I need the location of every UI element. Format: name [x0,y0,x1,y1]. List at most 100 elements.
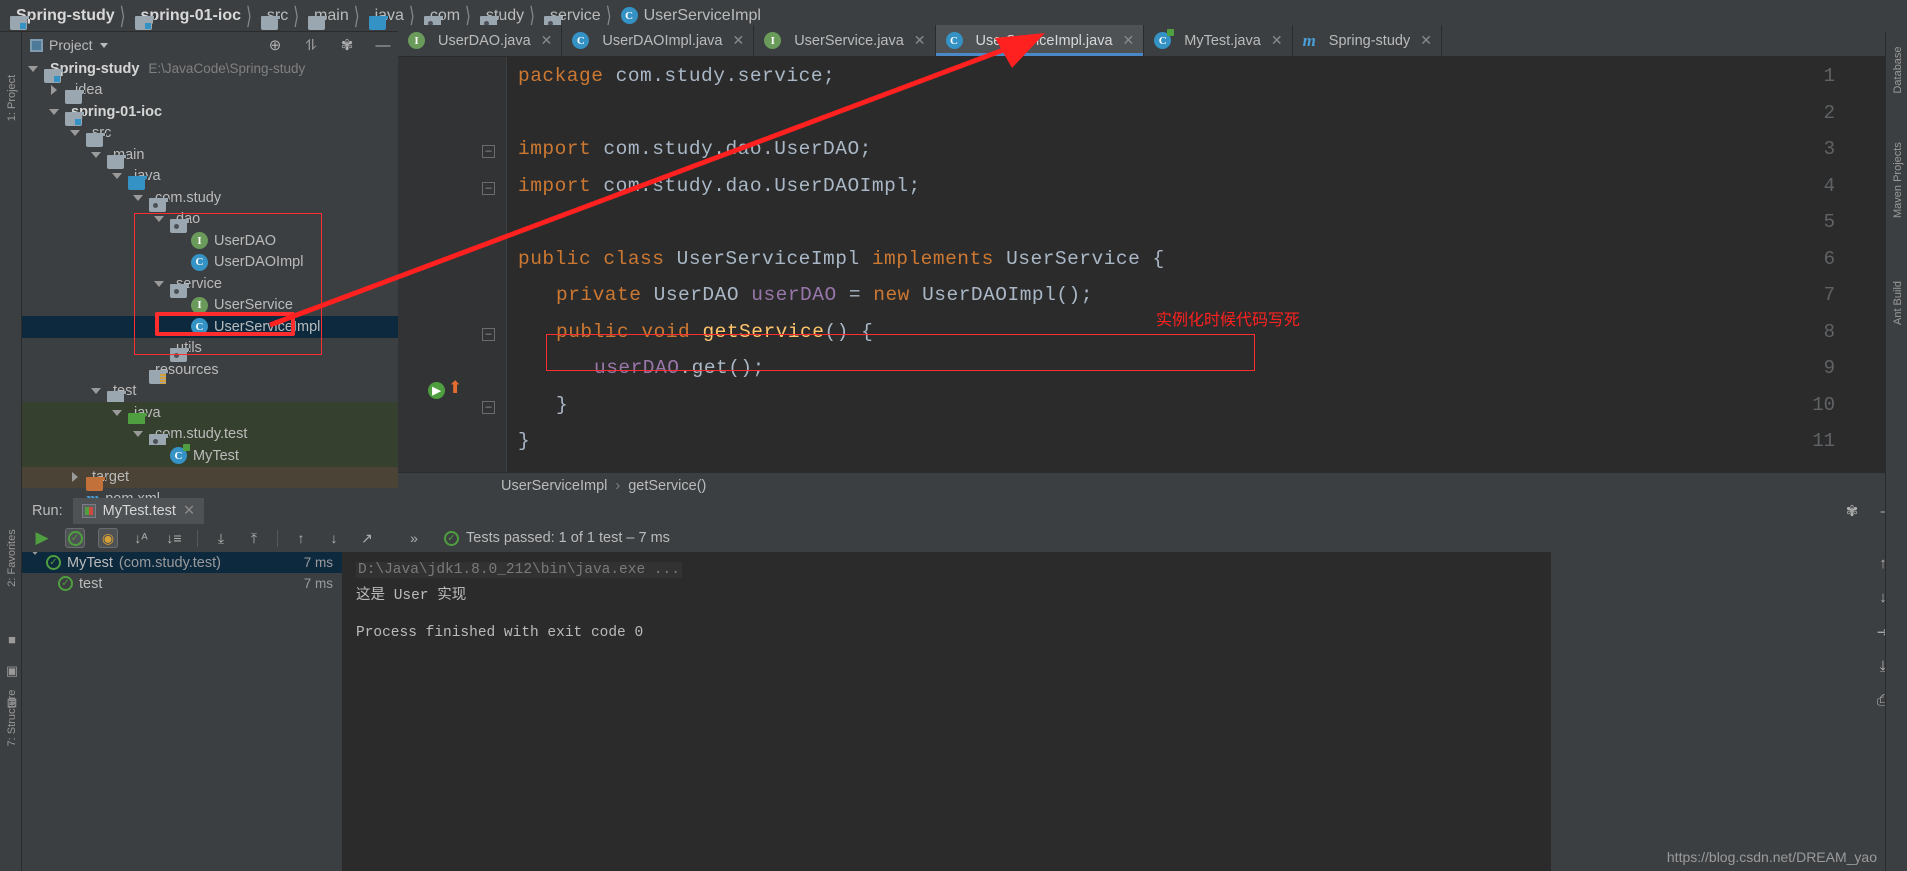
hide-icon[interactable]: — [374,36,392,54]
tree-item-userserviceimpl[interactable]: C UserServiceImpl [22,316,398,338]
fold-marker-icon[interactable]: – [482,181,495,195]
run-console-output[interactable]: D:\Java\jdk1.8.0_212\bin\java.exe ... 这是 … [342,552,1550,871]
test-row-mytest[interactable]: ✓ MyTest (com.study.test) 7 ms [22,552,342,573]
project-panel-title[interactable]: Project [30,37,108,53]
chevron-down-icon[interactable] [26,65,40,72]
code-token: com.study.service; [615,65,836,87]
fold-marker-icon[interactable]: – [482,400,495,414]
editor-tab-userservice-java[interactable]: I UserService.java ✕ [754,25,936,56]
sort-alphabetically-icon[interactable]: ↓ᴬ [131,528,151,548]
close-icon[interactable]: ✕ [914,32,926,49]
tree-item-userservice[interactable]: I UserService [22,295,398,317]
tree-item-userdaoimpl[interactable]: C UserDAOImpl [22,252,398,274]
test-row-test[interactable]: ✓ test 7 ms [22,573,342,594]
stripe-item-maven[interactable]: Maven Projects [1892,142,1904,218]
tree-item-spring-01-ioc[interactable]: spring-01-ioc [22,101,398,126]
tree-item--idea[interactable]: .idea [22,80,398,105]
editor-breadcrumb-item[interactable]: UserServiceImpl [501,478,607,494]
tree-item-service[interactable]: service [22,273,398,298]
export-icon[interactable]: ↗ [357,528,377,548]
stripe-item-database[interactable]: Database [1892,40,1904,100]
show-ignored-toggle[interactable]: ◉ [98,528,118,548]
chevron-down-icon[interactable] [131,431,145,438]
tree-item-mytest[interactable]: C MyTest [22,444,398,467]
chevron-down-icon[interactable] [152,280,166,287]
tree-item-src[interactable]: src [22,123,398,148]
structure-icon[interactable]: ⊞ [7,695,18,711]
chevron-down-icon[interactable] [152,216,166,223]
breadcrumb-item-main[interactable]: main [304,0,351,32]
chevron-down-icon[interactable] [68,130,82,137]
test-results-tree[interactable]: ✓ MyTest (com.study.test) 7 ms ✓ test 7 ms [22,552,342,871]
stop-icon[interactable]: ■ [8,632,16,647]
prev-failed-icon[interactable]: ↑ [291,528,311,548]
close-icon[interactable]: ✕ [541,32,553,49]
tree-item-utils[interactable]: utils [22,338,398,363]
chevron-right-icon[interactable] [47,85,61,96]
tree-item-java[interactable]: java [22,166,398,191]
editor-tab-userdaoimpl-java[interactable]: C UserDAOImpl.java ✕ [562,25,755,56]
close-icon[interactable]: ✕ [1420,32,1432,49]
editor-tab-userdao-java[interactable]: I UserDAO.java ✕ [398,25,563,56]
breadcrumb-item-src[interactable]: src [257,0,290,32]
tree-item-userdao[interactable]: I UserDAO [22,230,398,252]
chevron-down-icon[interactable] [131,194,145,201]
collapse-all-icon[interactable]: ⥮ [302,36,320,54]
settings-gear-icon[interactable]: ✾ [1843,502,1861,520]
chevron-down-icon[interactable] [110,409,124,416]
tree-item-pom-xml[interactable]: m pom.xml [22,488,398,498]
editor-tab-spring-study[interactable]: m Spring-study ✕ [1292,25,1442,56]
expand-all-icon[interactable]: ⤓ [211,528,231,548]
stripe-item-project[interactable]: 1: Project [6,68,18,128]
editor-tab-mytest-java[interactable]: C MyTest.java ✕ [1144,25,1293,56]
stripe-item-ant[interactable]: Ant Build [1892,273,1904,333]
stripe-item-favorites[interactable]: 2: Favorites [6,528,18,588]
fold-marker-icon[interactable]: – [482,327,495,341]
project-panel-toolbar: ⊕ ⥮ ✾ — [266,36,392,55]
chevron-down-icon[interactable] [89,151,103,158]
tree-item-dao[interactable]: dao [22,209,398,234]
close-icon[interactable]: ✕ [1123,32,1135,49]
tree-item-java[interactable]: java [22,402,398,427]
more-icon[interactable]: » [404,528,424,548]
interface-icon: I [191,232,208,250]
editor-code-area[interactable]: package com.study.service; import com.stu… [510,57,1907,472]
camera-icon[interactable]: ▣ [6,663,18,679]
chevron-down-icon[interactable] [47,108,61,115]
tree-item-target[interactable]: target [22,466,398,492]
run-configuration-tab[interactable]: MyTest.test ✕ [72,498,205,524]
breadcrumb-item-spring-01-ioc[interactable]: spring-01-ioc [131,0,243,32]
editor-tab-bar[interactable]: I UserDAO.java ✕ C UserDAOImpl.java ✕ I UserSer… [398,25,1907,57]
editor-breadcrumb-item[interactable]: getService() [628,478,706,494]
project-tree[interactable]: Spring-study E:\JavaCode\Spring-study .ide… [22,58,398,498]
close-icon[interactable]: ✕ [183,503,195,519]
chevron-down-icon[interactable] [89,388,103,395]
tree-item-main[interactable]: main [22,144,398,169]
editor-tab-userserviceimpl-java[interactable]: C UserServiceImpl.java ✕ [935,25,1145,56]
tree-item-spring-study[interactable]: Spring-study E:\JavaCode\Spring-study [22,58,398,83]
interface-icon: I [191,296,208,314]
close-icon[interactable]: ✕ [732,32,744,49]
tree-item-test[interactable]: test [22,381,398,406]
collapse-all-icon[interactable]: ⤒ [244,528,264,548]
editor-breadcrumb[interactable]: UserServiceImpl › getService() [398,472,1907,498]
chevron-down-icon[interactable] [99,42,108,48]
sort-duration-icon[interactable]: ↓≡ [164,528,184,548]
locate-icon[interactable]: ⊕ [266,36,284,54]
editor-tab-label: UserServiceImpl.java [975,32,1113,49]
close-icon[interactable]: ✕ [1271,32,1283,49]
chevron-right-icon[interactable] [68,472,82,483]
tree-item-resources[interactable]: resources [22,359,398,384]
chevron-down-icon[interactable] [30,552,40,571]
fold-marker-icon[interactable]: – [482,145,495,158]
settings-gear-icon[interactable]: ✾ [338,36,356,54]
run-test-gutter-icon[interactable]: ▶ ⬆ [428,378,462,399]
breadcrumb-item-spring-study[interactable]: Spring-study [6,0,117,32]
tree-item-com-study[interactable]: com.study [22,187,398,212]
code-editor[interactable]: 1 2 3–4–5 6 7 8–9 10–11 package com.study.serv… [398,57,1907,472]
rerun-icon[interactable]: ▶ [32,528,52,548]
chevron-down-icon[interactable] [110,173,124,180]
show-passed-toggle[interactable]: ✓ [65,528,85,548]
next-failed-icon[interactable]: ↓ [324,528,344,548]
tree-item-com-study-test[interactable]: com.study.test [22,423,398,449]
